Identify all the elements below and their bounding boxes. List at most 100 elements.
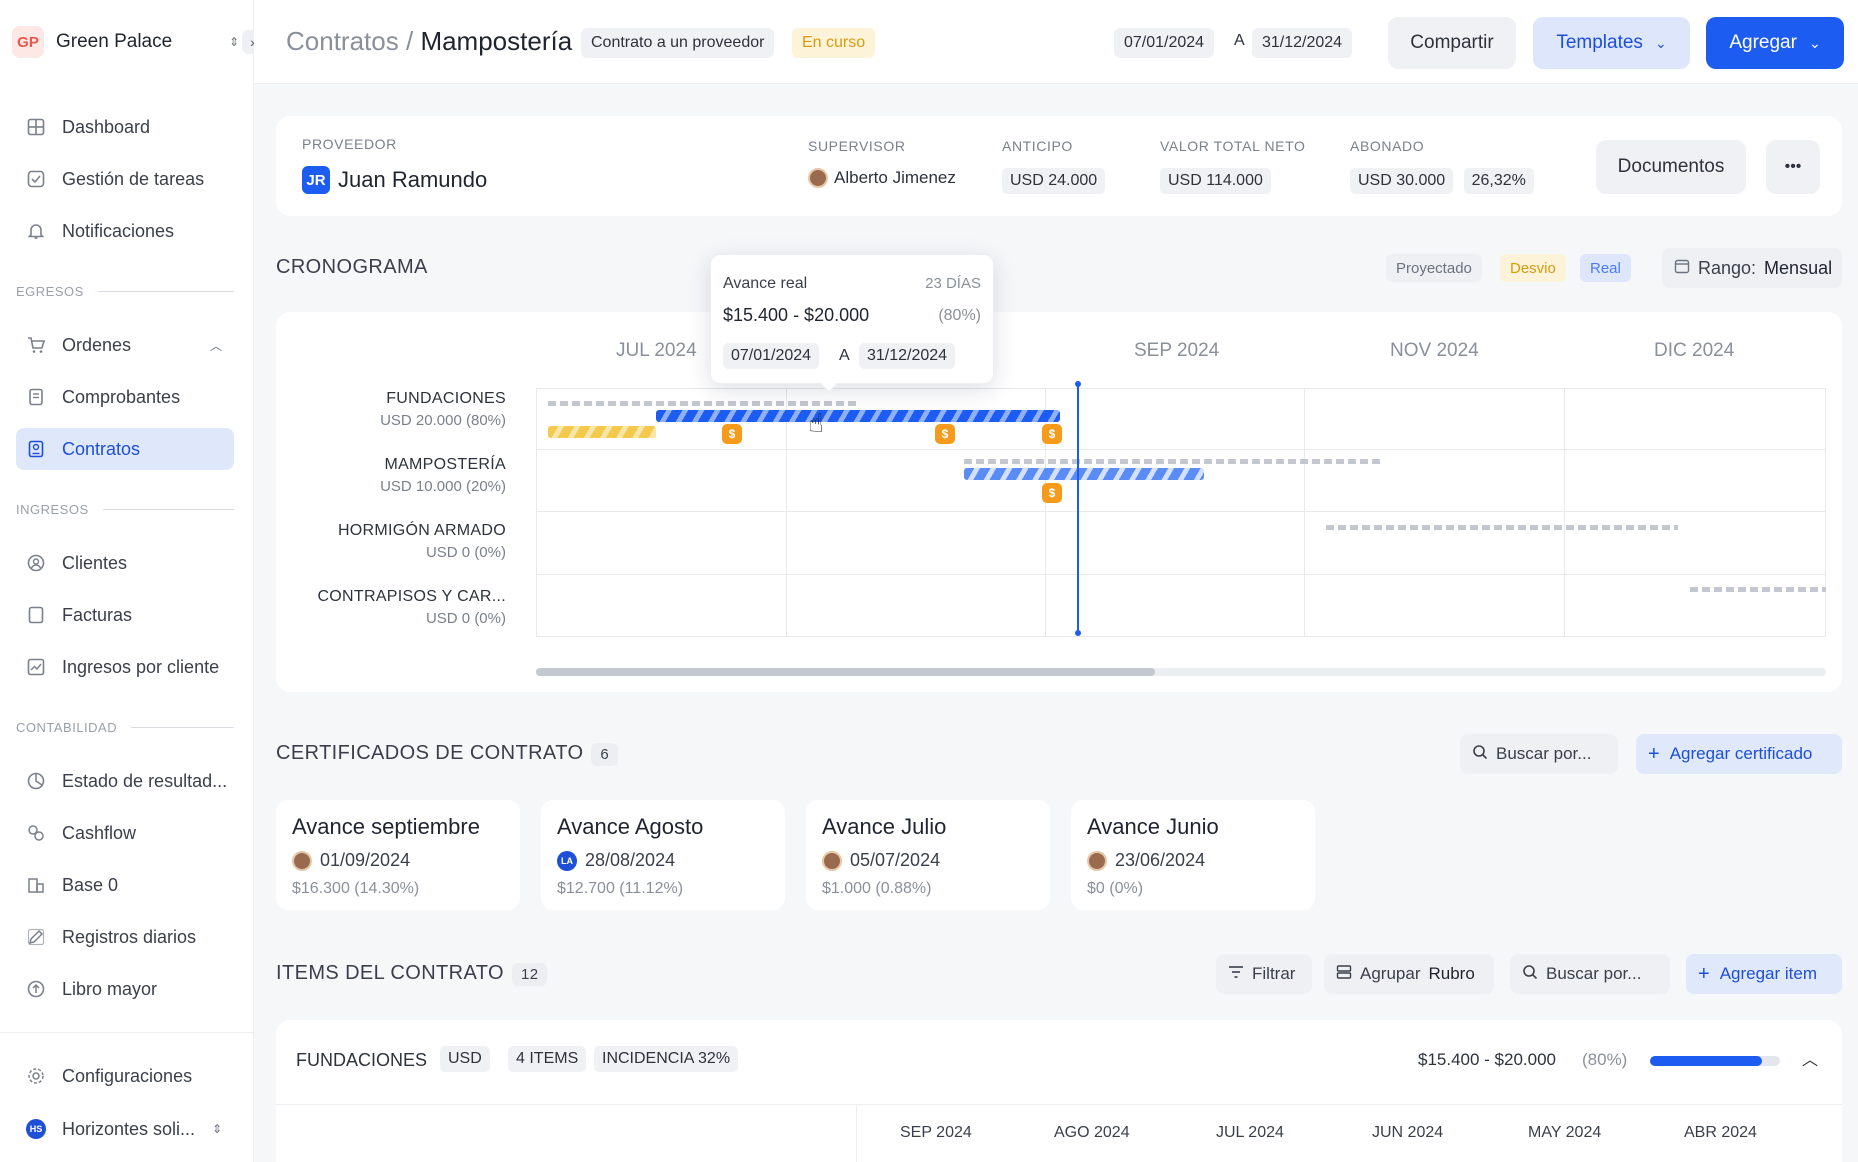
deviation-bar[interactable] (548, 426, 656, 438)
contract-type-chip: Contrato a un proveedor (581, 28, 775, 58)
items-count: 12 (511, 963, 548, 986)
sidebar-item-tareas[interactable]: Gestión de tareas (16, 158, 234, 200)
payment-marker[interactable]: $ (1042, 424, 1062, 444)
column-month: AGO 2024 (1054, 1124, 1130, 1141)
tooltip-to: 31/12/2024 (859, 343, 956, 369)
legend-deviation[interactable]: Desvio (1500, 254, 1566, 282)
legend-projected[interactable]: Proyectado (1386, 254, 1482, 282)
sidebar-item-comprobantes[interactable]: Comprobantes (16, 376, 234, 418)
sidebar-item-notificaciones[interactable]: Notificaciones (16, 210, 234, 252)
payment-marker[interactable]: $ (935, 424, 955, 444)
contract-icon (26, 439, 46, 459)
gantt-row-label: CONTRAPISOS Y CAR... USD 0 (0%) (317, 588, 506, 627)
provider[interactable]: JR Juan Ramundo (302, 166, 487, 194)
filter-button[interactable]: Filtrar (1216, 954, 1312, 994)
user-circle-icon (26, 553, 46, 573)
certificate-card[interactable]: Avance septiembre 01/09/2024 $16.300 (14… (276, 800, 520, 910)
sidebar-item-configuraciones[interactable]: Configuraciones (16, 1055, 234, 1097)
certificate-amount-row: $1.000 (0.88%) (822, 880, 931, 898)
more-options-button[interactable]: ••• (1766, 140, 1820, 194)
projected-bar[interactable] (1690, 587, 1826, 592)
certificate-amount: $12.700 (557, 880, 615, 897)
collapse-group-icon[interactable]: ︿ (1802, 1046, 1818, 1070)
add-certificate-button[interactable]: + Agregar certificado (1636, 734, 1842, 774)
certificate-card[interactable]: Avance Junio 23/06/2024 $0 (0%) (1071, 800, 1315, 910)
sidebar-item-cashflow[interactable]: Cashflow (16, 812, 234, 854)
tooltip-sep: A (839, 347, 850, 364)
row-name: MAMPOSTERÍA (384, 456, 506, 473)
sidebar-item-contratos[interactable]: Contratos (16, 428, 234, 470)
sidebar-item-ingresos-cliente[interactable]: Ingresos por cliente (16, 646, 234, 688)
sidebar-item-base0[interactable]: Base 0 (16, 864, 234, 906)
projected-bar[interactable] (1326, 525, 1678, 530)
real-bar[interactable] (656, 410, 1060, 422)
group-incidence: INCIDENCIA 32% (594, 1046, 739, 1072)
tooltip-range: $15.400 - $20.000 (723, 305, 870, 325)
add-item-button[interactable]: + Agregar item (1686, 954, 1842, 994)
sidebar-item-label: Registros diarios (62, 926, 197, 947)
sidebar-item-ordenes[interactable]: Ordenes ︿ (16, 324, 234, 366)
sidebar-item-label: Configuraciones (62, 1065, 193, 1086)
sidebar-item-label: Clientes (62, 552, 128, 573)
documents-button[interactable]: Documentos (1596, 140, 1746, 194)
payment-marker[interactable]: $ (1042, 483, 1062, 503)
grid-line (536, 388, 537, 636)
gantt-scroll-thumb[interactable] (536, 668, 1156, 676)
sidebar-item-facturas[interactable]: Facturas (16, 594, 234, 636)
sidebar-item-libro-mayor[interactable]: Libro mayor (16, 968, 234, 1010)
breadcrumb-parent[interactable]: Contratos (286, 26, 399, 56)
sidebar-item-registros[interactable]: Registros diarios (16, 916, 234, 958)
projected-bar[interactable] (548, 401, 856, 406)
row-amount: USD 0 (0%) (425, 544, 506, 561)
filter-icon (1228, 964, 1244, 984)
sidebar-item-label: Ingresos por cliente (62, 656, 220, 677)
gantt-row-label: HORMIGÓN ARMADO USD 0 (0%) (338, 522, 506, 561)
sidebar-item-dashboard[interactable]: Dashboard (16, 106, 234, 148)
add-button[interactable]: Agregar ⌄ (1706, 17, 1844, 69)
share-button[interactable]: Compartir (1388, 17, 1516, 69)
column-month: JUN 2024 (1372, 1124, 1444, 1141)
group-currency: USD (440, 1046, 490, 1072)
items-search[interactable]: Buscar por... (1510, 954, 1670, 994)
date-to[interactable]: 31/12/2024 (1252, 28, 1353, 58)
templates-button[interactable]: Templates ⌄ (1533, 17, 1690, 69)
total-wrap: USD 114.000 (1160, 168, 1271, 194)
invoice-icon (26, 605, 46, 625)
chevron-updown-icon: ⇕ (211, 1122, 222, 1136)
plus-icon: + (1648, 742, 1660, 765)
real-bar[interactable] (964, 468, 1204, 480)
sidebar-item-clientes[interactable]: Clientes (16, 542, 234, 584)
payment-marker[interactable]: $ (722, 424, 742, 444)
range-selector[interactable]: Rango: Mensual (1662, 248, 1842, 288)
workspace-name: Green Palace (56, 31, 173, 52)
topbar: Contratos / Mampostería Contrato a un pr… (254, 0, 1858, 84)
column-month: MAY 2024 (1528, 1124, 1602, 1141)
schedule-title: CRONOGRAMA (276, 256, 428, 278)
supervisor[interactable]: Alberto Jimenez (808, 168, 956, 188)
search-icon (1522, 964, 1538, 985)
certificate-amount-row: $0 (0%) (1087, 880, 1143, 898)
paid-value: USD 30.000 (1350, 168, 1454, 194)
sidebar-item-estado-resultados[interactable]: Estado de resultad... (16, 760, 234, 802)
certificates-title-text: CERTIFICADOS DE CONTRATO (276, 742, 584, 764)
certificates-search[interactable]: Buscar por... (1460, 734, 1618, 774)
gantt-row-label: MAMPOSTERÍA USD 10.000 (20%) (380, 456, 506, 495)
projected-bar[interactable] (964, 459, 1384, 464)
sidebar-item-label: Comprobantes (62, 386, 181, 407)
section-contabilidad: CONTABILIDAD (16, 720, 234, 735)
certificate-card[interactable]: Avance Agosto LA 28/08/2024 $12.700 (11.1… (541, 800, 785, 910)
org-switcher[interactable]: HS Horizontes soli... ⇕ (16, 1108, 234, 1150)
legend-real[interactable]: Real (1580, 254, 1631, 282)
workspace-switcher[interactable]: GP Green Palace ⇕ (12, 22, 242, 62)
gantt-scrollbar[interactable] (536, 668, 1826, 676)
items-title-text: ITEMS DEL CONTRATO (276, 962, 504, 984)
certificate-card[interactable]: Avance Julio 05/07/2024 $1.000 (0.88%) (806, 800, 1050, 910)
sidebar-item-label: Dashboard (62, 116, 151, 137)
date-from[interactable]: 07/01/2024 (1114, 28, 1215, 58)
group-button[interactable]: Agrupar Rubro (1324, 954, 1494, 994)
filter-label: Filtrar (1252, 964, 1296, 983)
breadcrumb-separator: / (405, 26, 414, 56)
certificate-date-row: LA 28/08/2024 (557, 850, 675, 871)
grid-line (536, 636, 1826, 637)
add-certificate-label: Agregar certificado (1669, 744, 1813, 763)
